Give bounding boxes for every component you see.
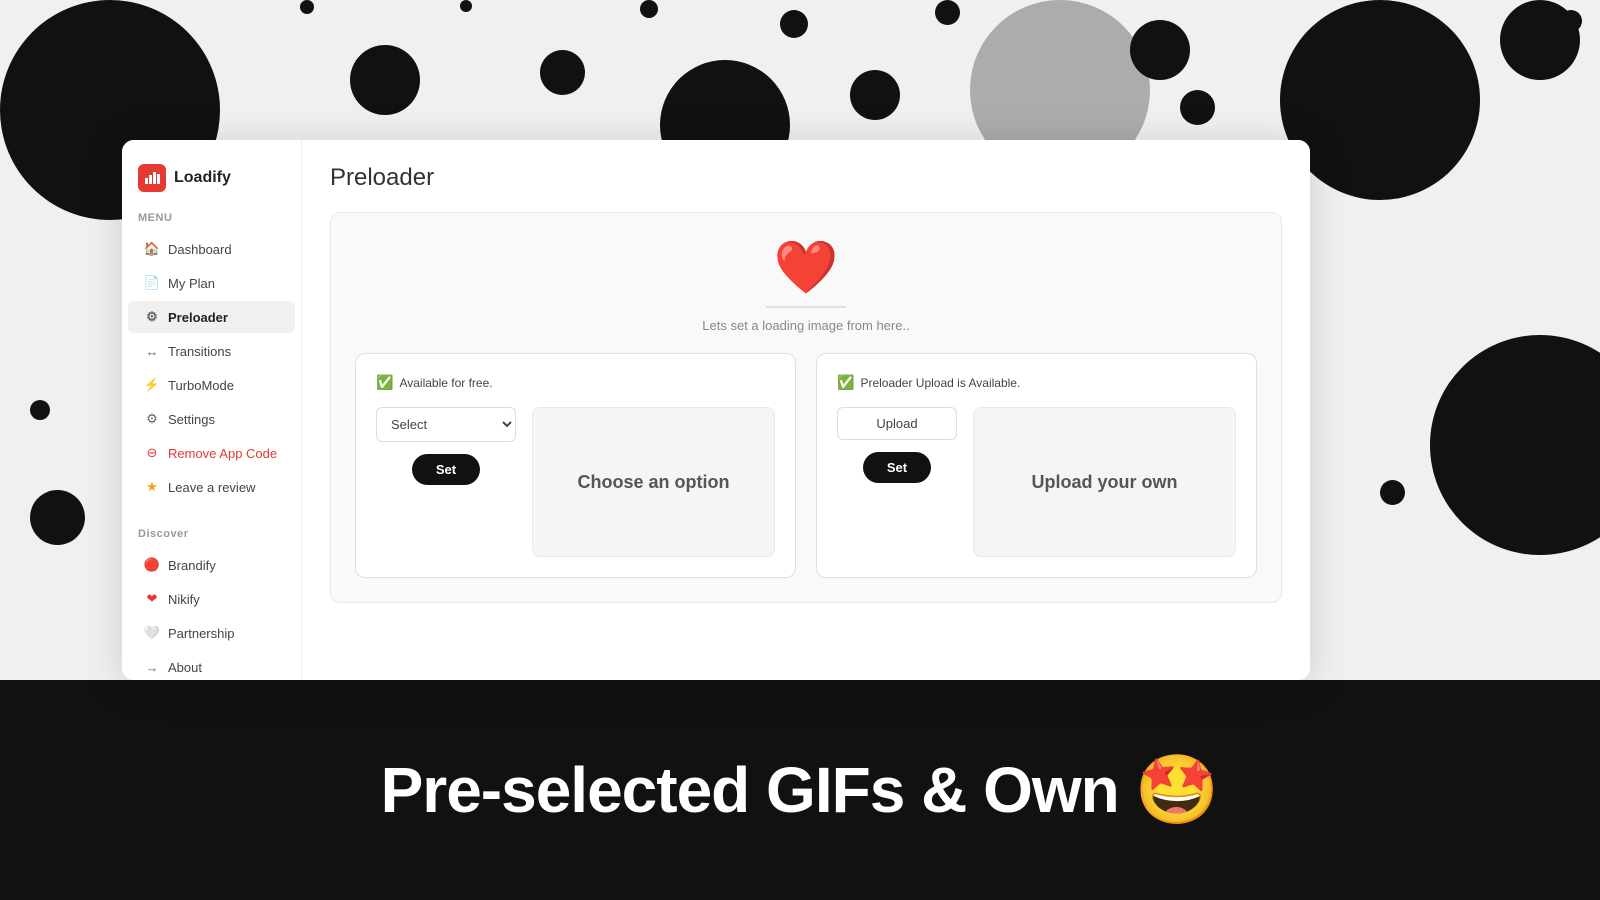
sidebar-item-myplan[interactable]: 📄 My Plan xyxy=(128,267,295,299)
logo-icon xyxy=(138,164,166,192)
partnership-icon: 🤍 xyxy=(144,625,160,641)
preloader-icon: ⚙ xyxy=(144,309,160,325)
background-dot xyxy=(850,70,900,120)
menu-label: MENU xyxy=(122,212,301,232)
background-dot xyxy=(1280,0,1480,200)
check-icon: ✅ xyxy=(376,374,393,391)
bottom-text: Pre-selected GIFs & Own xyxy=(381,753,1119,827)
sidebar-item-brandify[interactable]: 🔴 Brandify xyxy=(128,549,295,581)
transitions-icon: ↔ xyxy=(144,343,160,359)
upload-badge-text: Preloader Upload is Available. xyxy=(860,376,1020,390)
gif-preview-text: Choose an option xyxy=(578,472,730,493)
sidebar-item-label: Transitions xyxy=(168,344,231,359)
sidebar-item-partnership[interactable]: 🤍 Partnership xyxy=(128,617,295,649)
sidebar: Loadify MENU 🏠 Dashboard 📄 My Plan ⚙ Pre… xyxy=(122,140,302,680)
background-dot xyxy=(30,400,50,420)
free-gifs-card: ✅ Available for free. Select Set Choose … xyxy=(355,353,796,578)
turbo-icon: ⚡ xyxy=(144,377,160,393)
sidebar-item-nikify[interactable]: ❤ Nikify xyxy=(128,583,295,615)
sidebar-item-label: About xyxy=(168,660,202,675)
background-dot xyxy=(300,0,314,14)
main-content: Preloader ❤️ Lets set a loading image fr… xyxy=(302,140,1310,680)
sidebar-item-label: TurboMode xyxy=(168,378,234,393)
app-window: Loadify MENU 🏠 Dashboard 📄 My Plan ⚙ Pre… xyxy=(122,140,1310,680)
upload-card: ✅ Preloader Upload is Available. Upload … xyxy=(816,353,1257,578)
preloader-preview: ❤️ Lets set a loading image from here.. xyxy=(355,237,1257,333)
settings-icon: ⚙ xyxy=(144,411,160,427)
upload-preview-text: Upload your own xyxy=(1032,472,1178,493)
sidebar-item-turbomode[interactable]: ⚡ TurboMode xyxy=(128,369,295,401)
preview-line xyxy=(766,306,846,308)
sidebar-item-transitions[interactable]: ↔ Transitions xyxy=(128,335,295,367)
sidebar-item-label: Brandify xyxy=(168,558,216,573)
sidebar-item-preloader[interactable]: ⚙ Preloader xyxy=(128,301,295,333)
background-dot xyxy=(1560,10,1582,32)
background-dot xyxy=(1130,20,1190,80)
upload-card-body: Upload Set Upload your own xyxy=(837,407,1236,557)
free-badge-text: Available for free. xyxy=(399,376,492,390)
background-dot xyxy=(540,50,585,95)
background-dot xyxy=(1380,480,1405,505)
upload-button[interactable]: Upload xyxy=(837,407,957,440)
bottom-bar: Pre-selected GIFs & Own 🤩 xyxy=(0,680,1600,900)
sidebar-item-label: Settings xyxy=(168,412,215,427)
plan-icon: 📄 xyxy=(144,275,160,291)
background-dot xyxy=(780,10,808,38)
upload-wrapper: Upload Set xyxy=(837,407,957,483)
star-icon: ★ xyxy=(144,479,160,495)
sidebar-item-dashboard[interactable]: 🏠 Dashboard xyxy=(128,233,295,265)
background-dot xyxy=(350,45,420,115)
background-dot xyxy=(460,0,472,12)
about-icon: → xyxy=(144,659,160,675)
sidebar-item-label: Partnership xyxy=(168,626,234,641)
upload-set-button[interactable]: Set xyxy=(863,452,931,483)
sidebar-item-about[interactable]: → About xyxy=(128,651,295,680)
background-dot xyxy=(1430,335,1600,555)
select-wrapper: Select Set xyxy=(376,407,516,485)
sidebar-item-label: Remove App Code xyxy=(168,446,277,461)
sidebar-item-settings[interactable]: ⚙ Settings xyxy=(128,403,295,435)
sidebar-item-label: Nikify xyxy=(168,592,200,607)
remove-icon: ⊖ xyxy=(144,445,160,461)
free-badge: ✅ Available for free. xyxy=(376,374,493,391)
gif-preview-box: Choose an option xyxy=(532,407,775,557)
background-dot xyxy=(935,0,960,25)
sidebar-item-remove-app-code[interactable]: ⊖ Remove App Code xyxy=(128,437,295,469)
upload-badge: ✅ Preloader Upload is Available. xyxy=(837,374,1020,391)
free-card-body: Select Set Choose an option xyxy=(376,407,775,557)
upload-preview-box: Upload your own xyxy=(973,407,1236,557)
logo-text: Loadify xyxy=(174,169,231,187)
upload-check-icon: ✅ xyxy=(837,374,854,391)
sidebar-item-leave-review[interactable]: ★ Leave a review xyxy=(128,471,295,503)
brandify-icon: 🔴 xyxy=(144,557,160,573)
free-set-button[interactable]: Set xyxy=(412,454,480,485)
sidebar-item-label: Dashboard xyxy=(168,242,232,257)
background-dot xyxy=(1180,90,1215,125)
sidebar-item-label: My Plan xyxy=(168,276,215,291)
page-title: Preloader xyxy=(330,164,1282,192)
preview-subtitle: Lets set a loading image from here.. xyxy=(702,318,909,333)
content-card: ❤️ Lets set a loading image from here.. … xyxy=(330,212,1282,603)
nikify-icon: ❤ xyxy=(144,591,160,607)
background-dot xyxy=(30,490,85,545)
sidebar-item-label: Preloader xyxy=(168,310,228,325)
background-dot xyxy=(1420,20,1438,38)
sidebar-item-label: Leave a review xyxy=(168,480,255,495)
cards-row: ✅ Available for free. Select Set Choose … xyxy=(355,353,1257,578)
discover-label: Discover xyxy=(122,524,301,548)
background-dot xyxy=(80,190,108,218)
home-icon: 🏠 xyxy=(144,241,160,257)
background-dot xyxy=(1350,50,1375,75)
bottom-emoji: 🤩 xyxy=(1135,750,1220,830)
sidebar-logo: Loadify xyxy=(122,156,301,212)
gif-select[interactable]: Select xyxy=(376,407,516,442)
background-dot xyxy=(640,0,658,18)
hearts-emoji: ❤️ xyxy=(774,237,839,298)
